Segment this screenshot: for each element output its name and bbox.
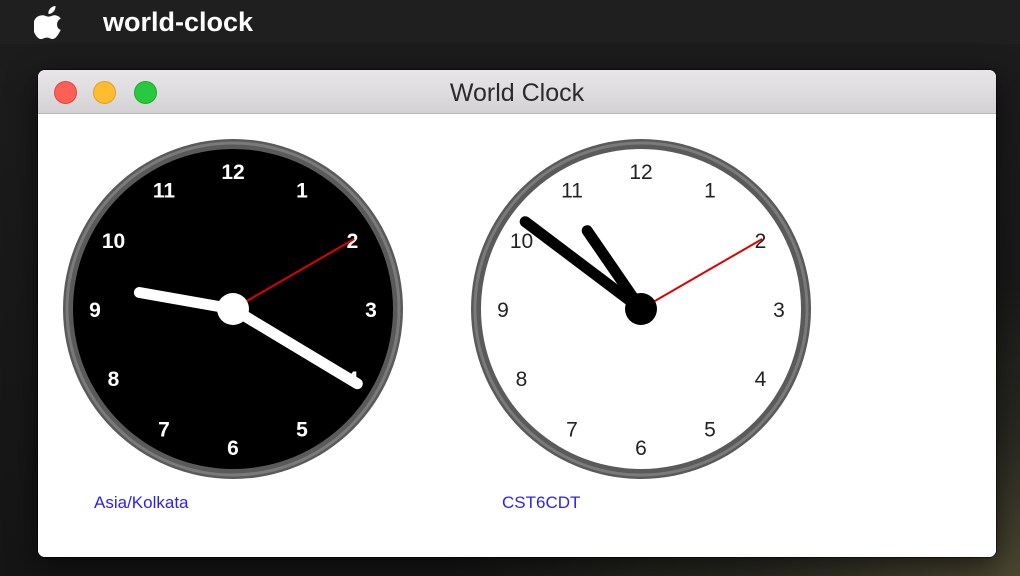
clock-center-cap [217, 293, 249, 325]
clock-cst6cdt: 121234567891011 [471, 139, 811, 479]
clock-numeral: 8 [516, 368, 528, 391]
app-name-menu[interactable]: world-clock [103, 5, 253, 39]
timezone-label-2: CST6CDT [502, 493, 581, 512]
clock-asia-kolkata: 121234567891011 [63, 139, 403, 479]
clock-numeral: 12 [221, 161, 244, 184]
clock-numeral: 11 [153, 180, 176, 203]
clock-center-cap [625, 293, 657, 325]
clock-numeral: 4 [755, 368, 767, 391]
clock-numeral: 1 [704, 180, 716, 203]
apple-logo-icon[interactable] [34, 4, 66, 40]
menu-bar: world-clock [0, 0, 1020, 44]
clock-numeral: 1 [296, 180, 308, 203]
clock-numeral: 10 [510, 230, 533, 253]
clock-numeral: 8 [108, 368, 120, 391]
clock-numeral: 9 [497, 299, 509, 322]
clock-numeral: 7 [158, 419, 170, 442]
window-content: 121234567891011 121234567891011 Asia/Kol… [38, 114, 996, 557]
timezone-label-1: Asia/Kolkata [94, 493, 189, 512]
clock-numeral: 10 [102, 230, 125, 253]
clock-numeral: 11 [561, 180, 583, 203]
clock-numeral: 7 [566, 419, 578, 442]
clock-numeral: 9 [89, 299, 101, 322]
window-titlebar[interactable]: World Clock [38, 70, 996, 114]
clock-numeral: 3 [773, 299, 785, 322]
window-title: World Clock [449, 79, 585, 107]
world-clock-window: World Clock 121234567891011 121234567891… [38, 70, 996, 557]
clock-numeral: 12 [629, 161, 652, 184]
clock-numeral: 6 [635, 437, 647, 460]
clock-numeral: 6 [227, 437, 239, 460]
clock-numeral: 5 [704, 419, 716, 442]
clock-numeral: 3 [365, 299, 377, 322]
clock-numeral: 5 [296, 419, 308, 442]
